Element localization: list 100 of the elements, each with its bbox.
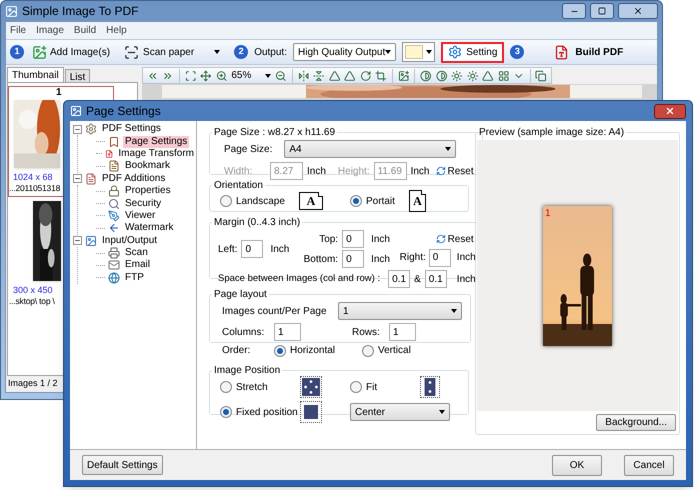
thumbnail-number: 1: [56, 87, 62, 98]
minimize-button[interactable]: [562, 3, 586, 19]
collapse-icon[interactable]: [73, 236, 82, 246]
tree-item[interactable]: Viewer: [123, 210, 158, 222]
close-button[interactable]: [654, 104, 686, 118]
tree-item[interactable]: Bookmark: [123, 160, 172, 172]
app-icon: [5, 4, 18, 18]
output-label: Output:: [254, 46, 287, 60]
tool-icon[interactable]: [482, 70, 494, 82]
radio-button[interactable]: [220, 406, 232, 418]
tree-item[interactable]: Image Transform: [116, 148, 196, 160]
radio-button[interactable]: [362, 344, 374, 356]
tree-item[interactable]: PDF Settings: [100, 123, 163, 136]
build-pdf-button[interactable]: Build PDF: [554, 44, 657, 60]
page-size-select[interactable]: A4: [284, 140, 456, 158]
left-margin-field[interactable]: 0: [241, 240, 264, 258]
tree-item-icon: [108, 210, 120, 222]
tool-icon[interactable]: [298, 70, 310, 82]
unit-label: Inch: [456, 272, 476, 286]
step-number: 2: [234, 45, 248, 59]
tool-icon[interactable]: [313, 70, 325, 82]
color-picker[interactable]: [402, 42, 436, 62]
tree-item[interactable]: Email: [123, 259, 152, 272]
images-count-select[interactable]: 1: [338, 302, 462, 320]
tree-item[interactable]: Page Settings: [123, 136, 190, 148]
tree-item[interactable]: Security: [123, 198, 164, 210]
fit-icon: [420, 376, 440, 398]
tool-icon[interactable]: [360, 70, 372, 82]
tree-item-icon: [108, 259, 120, 272]
separator-label: &: [414, 272, 421, 286]
tool-icon[interactable]: [498, 70, 510, 82]
tool-icon[interactable]: [466, 70, 478, 82]
rows-label: Rows:: [352, 326, 381, 340]
orientation-label: Landscape: [236, 194, 285, 208]
right-margin-field[interactable]: 0: [428, 248, 451, 266]
unit-label: Inch: [270, 242, 290, 256]
height-label: Height:: [338, 164, 370, 178]
menu-item[interactable]: File: [10, 23, 26, 38]
rows-field[interactable]: 1: [389, 323, 416, 341]
zoom-level[interactable]: 65%: [231, 68, 272, 83]
radio-button[interactable]: [274, 344, 286, 356]
maximize-button[interactable]: [590, 3, 614, 19]
tool-icon[interactable]: [344, 70, 356, 82]
tool-icon[interactable]: [398, 70, 410, 82]
tree-item-icon: [85, 172, 97, 185]
ok-button[interactable]: OK: [552, 454, 602, 476]
tool-icon[interactable]: [451, 70, 463, 82]
menu-item[interactable]: Help: [106, 23, 127, 38]
position-label: Fixed position: [236, 406, 298, 420]
row-spacing-field[interactable]: 0.1: [424, 270, 447, 288]
tree-item[interactable]: Input/Output: [100, 234, 160, 247]
tree-item[interactable]: FTP: [123, 272, 146, 284]
tree-item-icon: [108, 136, 120, 148]
top-margin-field[interactable]: 0: [342, 230, 364, 248]
tool-icon[interactable]: [375, 70, 387, 82]
background-button[interactable]: Background...: [596, 414, 676, 431]
setting-button[interactable]: Setting: [441, 42, 504, 62]
page-icon: A: [408, 190, 426, 212]
scan-paper-button[interactable]: Scan paper: [122, 44, 222, 60]
position-label: Stretch: [236, 380, 268, 394]
tree-item-icon: [108, 247, 120, 260]
default-settings-button[interactable]: Default Settings: [82, 455, 163, 475]
panel-tab[interactable]: Thumbnail: [7, 67, 64, 82]
reset-button[interactable]: Reset: [436, 232, 474, 246]
tree-item[interactable]: Properties: [123, 185, 173, 198]
collapse-icon[interactable]: [73, 124, 82, 134]
radio-button[interactable]: [350, 381, 362, 393]
zoom-in-icon[interactable]: [216, 70, 228, 82]
tree-item[interactable]: PDF Additions: [100, 172, 168, 185]
radio-button[interactable]: [350, 195, 362, 207]
collapse-icon[interactable]: [73, 174, 82, 184]
dialog-icon: [70, 105, 82, 117]
radio-button[interactable]: [220, 195, 232, 207]
bottom-margin-field[interactable]: 0: [342, 250, 364, 268]
panel-tab[interactable]: List: [64, 69, 90, 82]
add-images-button[interactable]: Add Image(s): [30, 44, 112, 60]
tree-item[interactable]: Scan: [123, 247, 150, 260]
pdf-file-icon: [554, 44, 570, 60]
cancel-button[interactable]: Cancel: [624, 454, 674, 476]
group-title: Orientation: [213, 179, 264, 193]
tree-item-icon: [108, 198, 120, 210]
bottom-label: Bottom:: [304, 252, 338, 266]
tree-item-icon: [85, 123, 97, 136]
tool-icon[interactable]: [328, 70, 340, 82]
tool-icon[interactable]: [436, 70, 448, 82]
radio-button[interactable]: [220, 381, 232, 393]
tool-icon[interactable]: [535, 70, 547, 82]
move-icon[interactable]: [200, 70, 212, 82]
anchor-select[interactable]: Center: [350, 403, 450, 421]
menu-item[interactable]: Build: [74, 23, 96, 38]
output-select[interactable]: High Quality Output: [293, 43, 396, 61]
columns-field[interactable]: 1: [274, 323, 301, 341]
tool-icon[interactable]: [420, 70, 432, 82]
tree-item-icon: [105, 148, 114, 160]
zoom-out-icon[interactable]: [275, 70, 287, 82]
menu-item[interactable]: Image: [36, 23, 64, 38]
column-spacing-field[interactable]: 0.1: [388, 270, 410, 288]
page-number: 1: [545, 206, 551, 220]
tree-item[interactable]: Watermark: [123, 222, 176, 234]
fit-icon[interactable]: [184, 70, 196, 82]
